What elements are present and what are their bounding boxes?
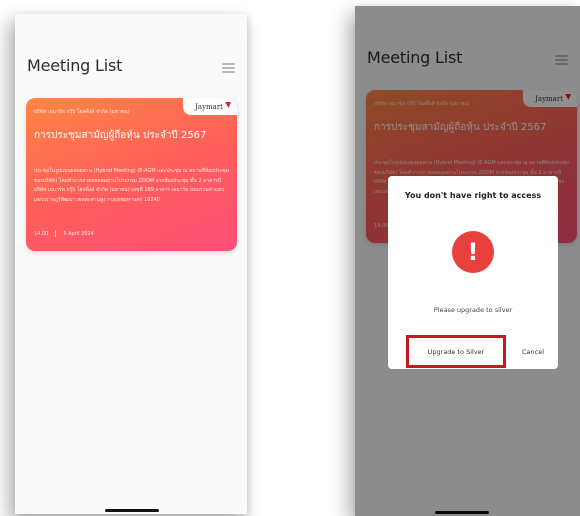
jaymart-logo: Jaymart bbox=[183, 98, 237, 115]
exclamation-alert-icon: ! bbox=[452, 231, 494, 273]
cancel-button[interactable]: Cancel bbox=[513, 339, 553, 364]
meeting-list-screen-with-dialog: Meeting List บริษัท เจมาร์ท กรุ๊ป โฮลดิ้… bbox=[355, 6, 580, 516]
meeting-list-screen: Meeting List บริษัท เจมาร์ท กรุ๊ป โฮลดิ้… bbox=[15, 14, 247, 514]
company-name: บริษัท เจมาร์ท กรุ๊ป โฮลดิ้งส์ จำกัด (มห… bbox=[34, 109, 130, 115]
meeting-date: 5 April 2024 bbox=[63, 230, 94, 237]
meeting-title: การประชุมสามัญผู้ถือหุ้น ประจำปี 2567 bbox=[34, 130, 207, 141]
page-title: Meeting List bbox=[27, 56, 123, 75]
home-indicator bbox=[105, 509, 159, 512]
meeting-datetime: 14.00 5 April 2024 bbox=[34, 230, 94, 237]
dialog-title: You don't have right to access bbox=[404, 191, 542, 200]
meeting-time: 14.00 bbox=[34, 230, 49, 237]
upgrade-to-silver-button[interactable]: Upgrade to Silver bbox=[406, 335, 506, 368]
access-denied-dialog: You don't have right to access ! Please … bbox=[388, 176, 558, 369]
meeting-card[interactable]: บริษัท เจมาร์ท กรุ๊ป โฮลดิ้งส์ จำกัด (มห… bbox=[26, 98, 237, 251]
hamburger-menu-icon[interactable] bbox=[222, 63, 235, 73]
divider bbox=[55, 230, 57, 237]
logo-triangle-icon bbox=[225, 101, 231, 108]
logo-text: Jaymart bbox=[195, 102, 223, 111]
dialog-message: Please upgrade to silver bbox=[433, 306, 513, 314]
meeting-description: ประชุมในรูปแบบผสมผสาน (Hybrid Meeting) (… bbox=[34, 168, 229, 203]
